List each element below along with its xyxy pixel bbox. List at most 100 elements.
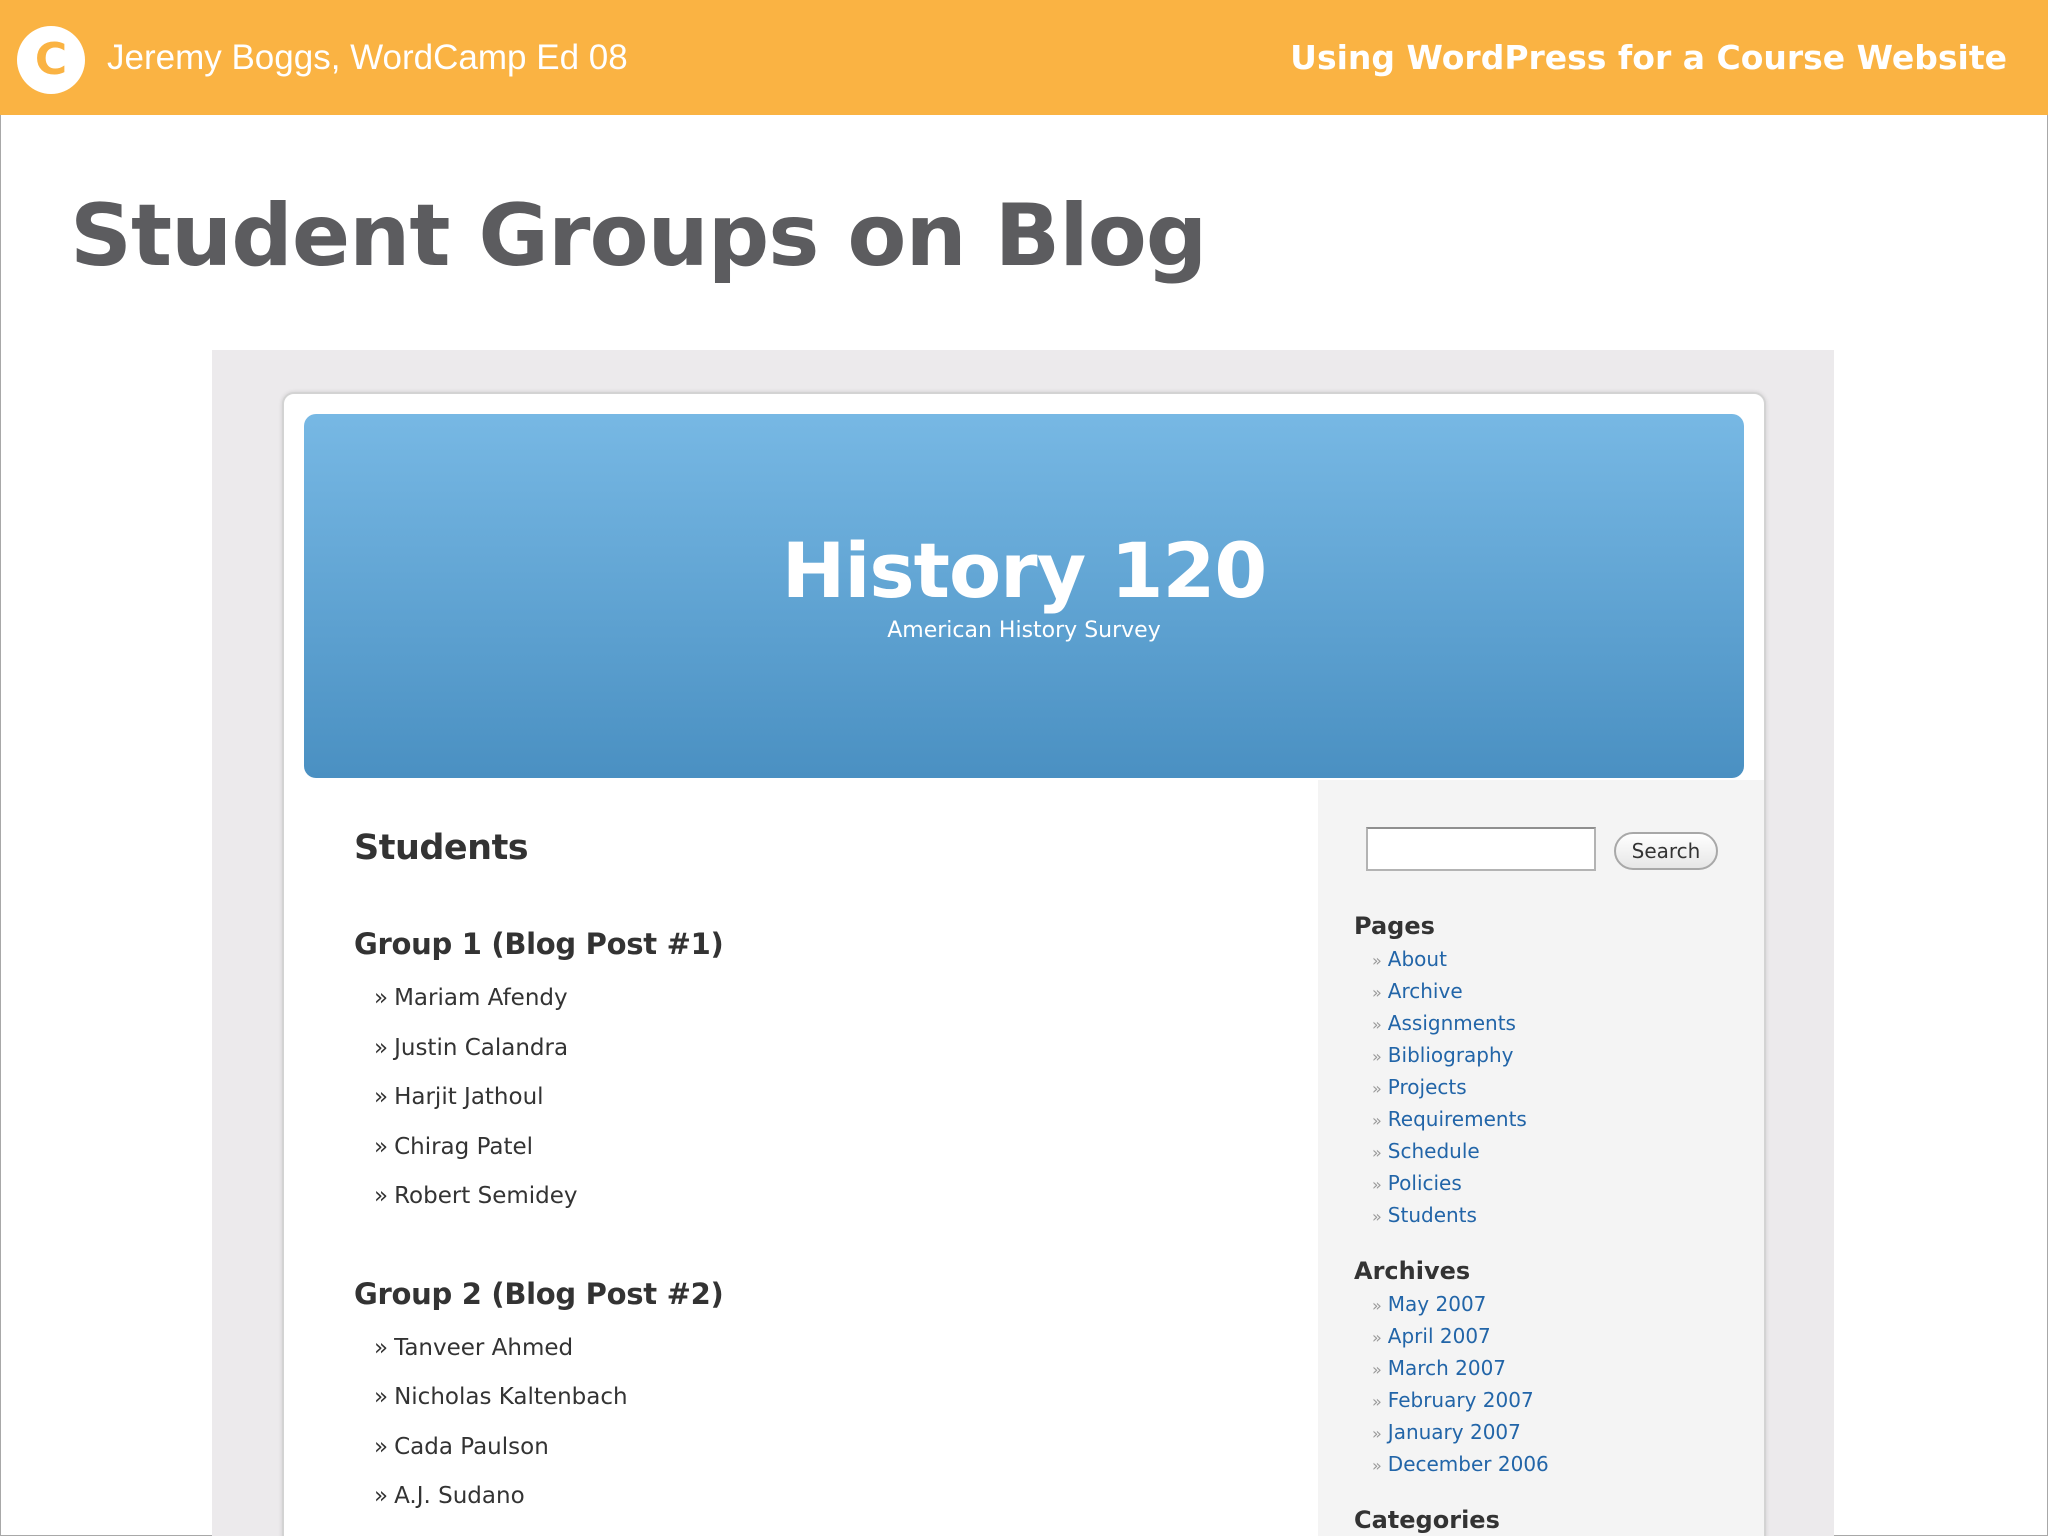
archive-item: » May 2007 — [1354, 1288, 1744, 1320]
pages-widget: Pages » About » Archive » Assignments » Bibl… — [1354, 909, 1744, 1231]
sidebar-item-requirements: » Requirements — [1354, 1103, 1744, 1135]
raquo-icon: » — [1372, 1143, 1382, 1162]
member-name: A.J. Sudano — [394, 1483, 525, 1509]
raquo-icon: » — [374, 1133, 389, 1160]
blog-title[interactable]: History 120 — [304, 526, 1744, 616]
archives-widget: Archives » May 2007 » April 2007 » March 20… — [1354, 1254, 1744, 1480]
sidebar-item-students: » Students — [1354, 1199, 1744, 1231]
slide-title: Student Groups on Blog — [70, 186, 1207, 286]
main-content: Students Group 1 (Blog Post #1) » Mariam … — [354, 824, 1254, 1522]
blog-screenshot: History 120 American History Survey Stud… — [212, 350, 1834, 1536]
raquo-icon: » — [1372, 1328, 1382, 1347]
sidebar-item-projects: » Projects — [1354, 1071, 1744, 1103]
member-item: » Robert Semidey — [354, 1172, 1254, 1222]
sidebar-link-projects[interactable]: Projects — [1388, 1075, 1467, 1099]
raquo-icon: » — [1372, 1456, 1382, 1475]
blog-description: American History Survey — [887, 618, 1161, 643]
raquo-icon: » — [374, 985, 389, 1011]
member-item: » Chirag Patel — [354, 1123, 1254, 1173]
sidebar-link-policies[interactable]: Policies — [1388, 1171, 1462, 1195]
raquo-icon: » — [1372, 1207, 1382, 1226]
categories-widget: Categories — [1354, 1503, 1744, 1536]
member-name: Harjit Jathoul — [394, 1084, 544, 1110]
raquo-icon: » — [1372, 951, 1382, 970]
sidebar-link-schedule[interactable]: Schedule — [1388, 1139, 1480, 1163]
logo-icon: C — [17, 26, 85, 94]
pages-widget-title: Pages — [1354, 912, 1435, 940]
raquo-icon: » — [374, 1334, 389, 1361]
sidebar-item-schedule: » Schedule — [1354, 1135, 1744, 1167]
pages-list: » About » Archive » Assignments » Bibliograp… — [1354, 943, 1744, 1231]
archives-widget-title: Archives — [1354, 1257, 1471, 1285]
archive-link[interactable]: February 2007 — [1388, 1388, 1534, 1412]
raquo-icon: » — [374, 1034, 389, 1061]
member-item: » Harjit Jathoul — [354, 1073, 1254, 1123]
archives-list: » May 2007 » April 2007 » March 2007 » Febru… — [1354, 1288, 1744, 1480]
raquo-icon: » — [1372, 1047, 1382, 1066]
talk-title: Using WordPress for a Course Website — [1290, 38, 2007, 77]
sidebar-link-bibliography[interactable]: Bibliography — [1388, 1043, 1514, 1067]
sidebar-item-policies: » Policies — [1354, 1167, 1744, 1199]
archive-link[interactable]: January 2007 — [1388, 1420, 1521, 1444]
raquo-icon: » — [1372, 1424, 1382, 1443]
raquo-icon: » — [374, 1433, 389, 1460]
archive-item: » December 2006 — [1354, 1448, 1744, 1480]
raquo-icon: » — [1372, 1392, 1382, 1411]
raquo-icon: » — [1372, 1296, 1382, 1315]
member-item: » Mariam Afendy — [354, 974, 1254, 1024]
archive-link[interactable]: April 2007 — [1388, 1324, 1491, 1348]
member-name: Tanveer Ahmed — [394, 1334, 574, 1361]
archive-item: » March 2007 — [1354, 1352, 1744, 1384]
sidebar-link-archive[interactable]: Archive — [1388, 979, 1463, 1003]
blog-header[interactable]: History 120 American History Survey — [304, 414, 1744, 778]
archive-item: » February 2007 — [1354, 1384, 1744, 1416]
member-item: » Nicholas Kaltenbach — [354, 1373, 1254, 1423]
sidebar-item-about: » About — [1354, 943, 1744, 975]
member-name: Nicholas Kaltenbach — [394, 1384, 628, 1410]
member-item: » Justin Calandra — [354, 1024, 1254, 1074]
member-name: Chirag Patel — [394, 1133, 534, 1160]
raquo-icon: » — [1372, 1175, 1382, 1194]
raquo-icon: » — [1372, 1015, 1382, 1034]
sidebar-link-about[interactable]: About — [1388, 947, 1447, 971]
sidebar-link-students[interactable]: Students — [1388, 1203, 1477, 1227]
raquo-icon: » — [374, 1183, 389, 1209]
raquo-icon: » — [1372, 1360, 1382, 1379]
logo-letter: C — [34, 34, 68, 85]
archive-item: » April 2007 — [1354, 1320, 1744, 1352]
sidebar-item-assignments: » Assignments — [1354, 1007, 1744, 1039]
member-name: Justin Calandra — [394, 1034, 569, 1061]
member-name: Cada Paulson — [394, 1433, 549, 1460]
search-button[interactable]: Search — [1614, 832, 1718, 870]
raquo-icon: » — [374, 1483, 389, 1509]
raquo-icon: » — [374, 1084, 389, 1110]
member-list: » Mariam Afendy » Justin Calandra » Harjit … — [354, 974, 1254, 1222]
sidebar-item-bibliography: » Bibliography — [1354, 1039, 1744, 1071]
page-heading: Students — [354, 828, 529, 868]
member-item: » A.J. Sudano — [354, 1472, 1254, 1522]
search-input[interactable] — [1366, 827, 1596, 871]
presenter-label: Jeremy Boggs, WordCamp Ed 08 — [107, 38, 628, 77]
member-item: » Tanveer Ahmed — [354, 1324, 1254, 1374]
member-name: Robert Semidey — [394, 1183, 578, 1209]
group-section: Group 2 (Blog Post #2) » Tanveer Ahmed » N… — [354, 1274, 1254, 1522]
group-title: Group 1 (Blog Post #1) — [354, 927, 724, 961]
categories-widget-title: Categories — [1354, 1506, 1500, 1534]
archive-item: » January 2007 — [1354, 1416, 1744, 1448]
sidebar-item-archive: » Archive — [1354, 975, 1744, 1007]
group-title: Group 2 (Blog Post #2) — [354, 1276, 724, 1311]
group-section: Group 1 (Blog Post #1) » Mariam Afendy » J… — [354, 924, 1254, 1222]
raquo-icon: » — [1372, 1079, 1382, 1098]
raquo-icon: » — [374, 1384, 389, 1410]
member-list: » Tanveer Ahmed » Nicholas Kaltenbach » Cad… — [354, 1324, 1254, 1522]
raquo-icon: » — [1372, 983, 1382, 1002]
slide-banner: C Jeremy Boggs, WordCamp Ed 08 Using Wor… — [0, 0, 2048, 115]
sidebar: Pages » About » Archive » Assignments » Bibl… — [1354, 909, 1744, 1536]
blog-page: History 120 American History Survey Stud… — [282, 392, 1766, 1536]
archive-link[interactable]: December 2006 — [1388, 1452, 1549, 1476]
archive-link[interactable]: May 2007 — [1388, 1292, 1487, 1316]
sidebar-link-requirements[interactable]: Requirements — [1388, 1107, 1527, 1131]
raquo-icon: » — [1372, 1111, 1382, 1130]
sidebar-link-assignments[interactable]: Assignments — [1388, 1011, 1516, 1035]
archive-link[interactable]: March 2007 — [1388, 1356, 1506, 1380]
